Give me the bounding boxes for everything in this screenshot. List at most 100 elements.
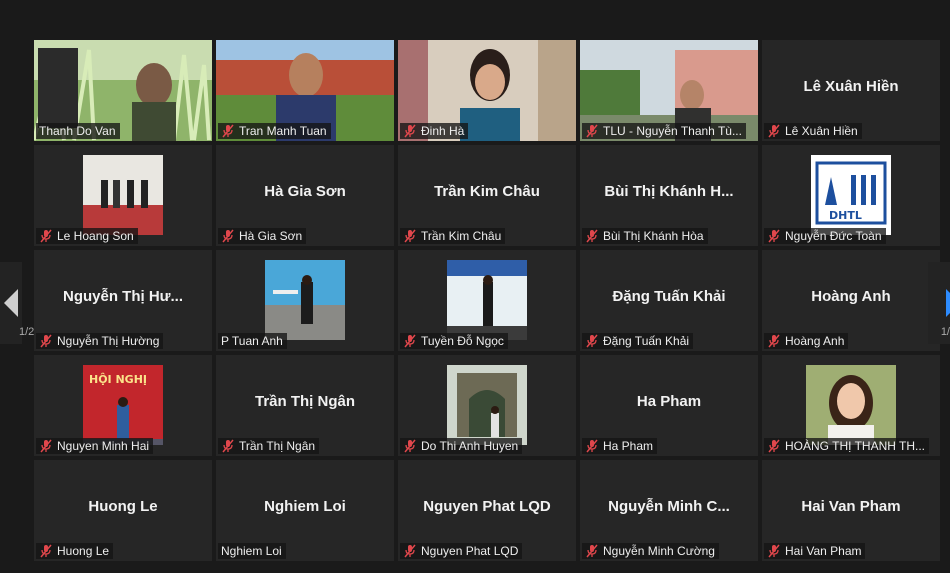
participant-tile[interactable]: Do Thi Anh Huyen [398, 355, 576, 456]
participant-tile[interactable]: Nguyễn Minh C... Nguyễn Minh Cường [580, 460, 758, 561]
participant-name: Lê Xuân Hiền [785, 124, 858, 138]
participant-display-name: Đặng Tuấn Khải [612, 288, 726, 305]
microphone-muted-icon [767, 544, 781, 558]
participant-tile[interactable]: Hai Van Pham Hai Van Pham [762, 460, 940, 561]
participant-tile[interactable]: Bùi Thị Khánh H... Bùi Thị Khánh Hòa [580, 145, 758, 246]
microphone-muted-icon [403, 124, 417, 138]
participant-name-label: Lê Xuân Hiền [764, 123, 862, 139]
participant-name: Tran Manh Tuan [239, 124, 327, 138]
microphone-muted-icon [585, 124, 599, 138]
participant-name-label: Tran Manh Tuan [218, 123, 331, 139]
participant-name-label: Hà Gia Sơn [218, 228, 307, 244]
microphone-muted-icon [403, 439, 417, 453]
microphone-muted-icon [767, 229, 781, 243]
participant-name-label: Le Hoang Son [36, 228, 138, 244]
svg-text:HỘI NGHỊ: HỘI NGHỊ [89, 373, 147, 386]
microphone-muted-icon [39, 229, 53, 243]
participant-name: Tuyền Đỗ Ngọc [421, 334, 504, 348]
microphone-muted-icon [767, 334, 781, 348]
microphone-muted-icon [403, 334, 417, 348]
participant-tile[interactable]: TLU - Nguyễn Thanh Tù... [580, 40, 758, 141]
microphone-muted-icon [585, 334, 599, 348]
participant-display-name: Nghiem Loi [264, 498, 346, 515]
participant-name-label: Trần Thị Ngân [218, 438, 320, 454]
participant-name: Nguyễn Đức Toàn [785, 229, 882, 243]
participant-grid: Thanh Do Van Tran Manh Tuan Đinh Hà TLU - N… [34, 40, 940, 561]
participant-tile[interactable]: Đinh Hà [398, 40, 576, 141]
participant-name-label: Nguyễn Thị Hường [36, 333, 164, 349]
microphone-muted-icon [403, 229, 417, 243]
participant-name: P Tuan Anh [221, 334, 283, 348]
participant-tile[interactable]: HOÀNG THỊ THANH TH... [762, 355, 940, 456]
participant-display-name: Hai Van Pham [801, 498, 901, 515]
participant-tile[interactable]: Lê Xuân Hiền Lê Xuân Hiền [762, 40, 940, 141]
microphone-muted-icon [585, 439, 599, 453]
participant-display-name: Trần Thị Ngân [254, 393, 355, 410]
participant-display-name: Huong Le [88, 498, 158, 515]
participant-name-label: Nguyen Phat LQD [400, 543, 523, 559]
participant-display-name: Hoàng Anh [811, 288, 891, 305]
participant-display-name: Ha Pham [636, 393, 702, 410]
participant-name-label: TLU - Nguyễn Thanh Tù... [582, 123, 746, 139]
microphone-muted-icon [221, 439, 235, 453]
participant-name: Nghiem Loi [221, 544, 282, 558]
participant-tile[interactable]: Thanh Do Van [34, 40, 212, 141]
participant-tile[interactable]: Trần Kim Châu Trần Kim Châu [398, 145, 576, 246]
participant-tile[interactable]: Ha Pham Ha Pham [580, 355, 758, 456]
participant-tile[interactable]: Huong Le Huong Le [34, 460, 212, 561]
participant-name: Do Thi Anh Huyen [421, 439, 519, 453]
participant-tile[interactable]: DHTL Nguyễn Đức Toàn [762, 145, 940, 246]
participant-name: Huong Le [57, 544, 110, 558]
participant-tile[interactable]: Hà Gia Sơn Hà Gia Sơn [216, 145, 394, 246]
microphone-muted-icon [221, 124, 235, 138]
participant-tile[interactable]: Nghiem Loi Nghiem Loi [216, 460, 394, 561]
microphone-muted-icon [585, 229, 599, 243]
microphone-muted-icon [403, 544, 417, 558]
microphone-muted-icon [39, 334, 53, 348]
participant-tile[interactable]: Tuyền Đỗ Ngọc [398, 250, 576, 351]
participant-name-label: Bùi Thị Khánh Hòa [582, 228, 708, 244]
participant-tile[interactable]: Đặng Tuấn Khải Đặng Tuấn Khải [580, 250, 758, 351]
participant-name: TLU - Nguyễn Thanh Tù... [603, 124, 742, 138]
participant-display-name: Nguyễn Minh C... [608, 498, 730, 515]
participant-name: Nguyễn Thị Hường [57, 334, 160, 348]
participant-name: Bùi Thị Khánh Hòa [603, 229, 704, 243]
microphone-muted-icon [39, 439, 53, 453]
participant-name: Nguyen Phat LQD [421, 544, 519, 558]
participant-name-label: Hai Van Pham [764, 543, 866, 559]
participant-tile[interactable]: Nguyễn Thị Hư... Nguyễn Thị Hường [34, 250, 212, 351]
participant-tile[interactable]: Tran Manh Tuan [216, 40, 394, 141]
microphone-muted-icon [767, 439, 781, 453]
participant-tile[interactable]: P Tuan Anh [216, 250, 394, 351]
participant-name-label: Do Thi Anh Huyen [400, 438, 523, 454]
participant-name-label: HOÀNG THỊ THANH TH... [764, 438, 930, 454]
participant-tile[interactable]: Hoàng Anh Hoàng Anh [762, 250, 940, 351]
participant-name: Đặng Tuấn Khải [603, 334, 690, 348]
participant-name-label: Nghiem Loi [218, 543, 286, 559]
participant-name-label: Đặng Tuấn Khải [582, 333, 694, 349]
participant-name: Đinh Hà [421, 124, 465, 138]
participant-display-name: Nguyễn Thị Hư... [62, 288, 184, 305]
participant-name: Ha Pham [603, 439, 654, 453]
participant-name: Le Hoang Son [57, 229, 134, 243]
participant-name: Trần Kim Châu [421, 229, 502, 243]
participant-tile[interactable]: Nguyen Phat LQD Nguyen Phat LQD [398, 460, 576, 561]
page-indicator-left: 1/2 [19, 326, 35, 338]
participant-name-label: P Tuan Anh [218, 333, 287, 349]
participant-name-label: Hoàng Anh [764, 333, 849, 349]
participant-name: Nguyễn Minh Cường [603, 544, 715, 558]
participant-display-name: Hà Gia Sơn [264, 183, 346, 200]
participant-name-label: Nguyễn Minh Cường [582, 543, 719, 559]
participant-name: Trần Thị Ngân [239, 439, 316, 453]
participant-display-name: Trần Kim Châu [434, 183, 540, 200]
participant-tile[interactable]: Le Hoang Son [34, 145, 212, 246]
participant-name: HOÀNG THỊ THANH TH... [785, 439, 926, 453]
participant-name: Hai Van Pham [785, 544, 862, 558]
participant-tile[interactable]: Trần Thị Ngân Trần Thị Ngân [216, 355, 394, 456]
participant-tile[interactable]: HỘI NGHỊ Nguyen Minh Hai [34, 355, 212, 456]
page-indicator-right: 1/ [940, 326, 950, 338]
participant-display-name: Nguyen Phat LQD [423, 498, 551, 515]
microphone-muted-icon [39, 544, 53, 558]
microphone-muted-icon [221, 229, 235, 243]
microphone-muted-icon [585, 544, 599, 558]
